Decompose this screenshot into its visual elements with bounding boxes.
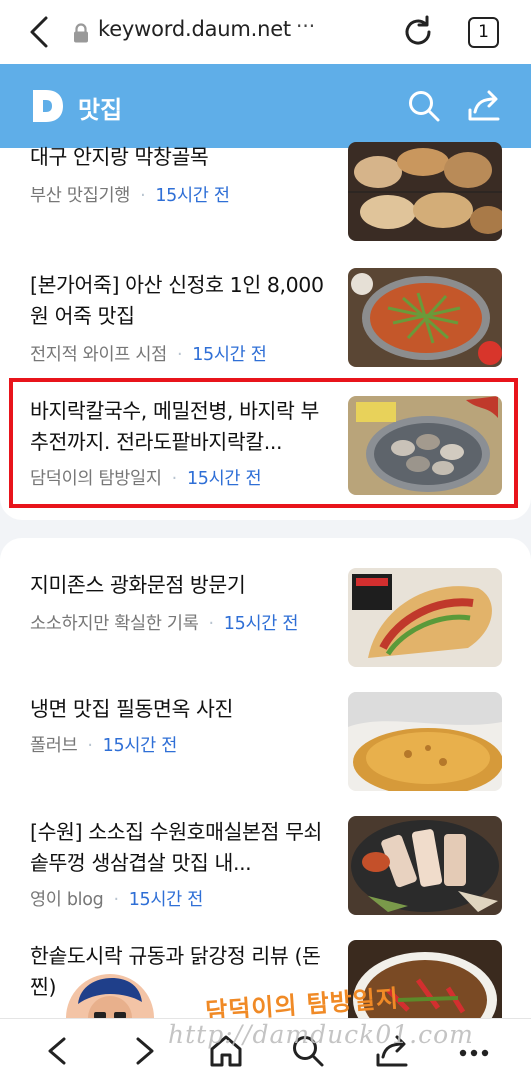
list-item[interactable]: 냉면 맛집 필동면옥 사진 폴러브 · 15시간 전 bbox=[0, 690, 531, 810]
pancake-thumbnail[interactable] bbox=[348, 692, 502, 791]
pork-belly-grill-thumbnail[interactable] bbox=[348, 816, 502, 915]
item-source: 전지적 와이프 시점 bbox=[30, 345, 167, 365]
back-icon[interactable] bbox=[24, 14, 56, 50]
item-time: 15시간 전 bbox=[223, 614, 299, 634]
tab-count-button[interactable]: 1 bbox=[468, 17, 499, 48]
watermark-url: http://damduck01.com bbox=[168, 1020, 474, 1049]
share-icon[interactable] bbox=[466, 88, 502, 124]
lock-icon bbox=[74, 23, 88, 43]
fish-porridge-hotpot-thumbnail[interactable] bbox=[348, 268, 502, 367]
item-source: 소소하지만 확실한 기록 bbox=[30, 614, 199, 634]
item-meta: 소소하지만 확실한 기록 · 15시간 전 bbox=[30, 614, 299, 634]
grilled-makchang-thumbnail[interactable] bbox=[348, 142, 502, 241]
browser-toolbar: keyword.daum.net ··· 1 bbox=[0, 0, 531, 64]
back-icon[interactable] bbox=[38, 1031, 78, 1071]
item-time: 15시간 전 bbox=[155, 186, 230, 206]
item-title[interactable]: [본가어죽] 아산 신정호 1인 8,000원 어죽 맛집 bbox=[30, 270, 330, 332]
item-source: 폴러브 bbox=[30, 736, 78, 756]
item-meta: 영이 blog · 15시간 전 bbox=[30, 890, 204, 910]
app-header: 맛집 bbox=[0, 64, 531, 148]
item-meta: 폴러브 · 15시간 전 bbox=[30, 736, 178, 756]
item-time: 15시간 전 bbox=[128, 890, 204, 910]
item-time: 15시간 전 bbox=[192, 345, 267, 365]
daum-logo[interactable] bbox=[30, 86, 66, 126]
item-time: 15시간 전 bbox=[102, 736, 178, 756]
url-more-icon: ··· bbox=[296, 14, 316, 38]
item-meta: 부산 맛집기행 · 15시간 전 bbox=[30, 186, 230, 206]
result-card-2: 지미존스 광화문점 방문기 소소하지만 확실한 기록 · 15시간 전 냉면 맛집 … bbox=[0, 538, 531, 1018]
item-source: 영이 blog bbox=[30, 890, 104, 910]
list-item[interactable]: 지미존스 광화문점 방문기 소소하지만 확실한 기록 · 15시간 전 bbox=[0, 566, 531, 686]
item-meta: 전지적 와이프 시점 · 15시간 전 bbox=[30, 345, 267, 365]
list-item[interactable]: 대구 안지랑 막창골목 부산 맛집기행 · 15시간 전 bbox=[0, 142, 531, 262]
item-source: 부산 맛집기행 bbox=[30, 186, 131, 206]
item-title[interactable]: 지미존스 광화문점 방문기 bbox=[30, 570, 330, 601]
address-bar-url[interactable]: keyword.daum.net bbox=[98, 17, 291, 41]
item-title[interactable]: [수원] 소소집 수원호매실본점 무쇠솥뚜껑 생삼겹살 맛집 내... bbox=[30, 817, 330, 879]
sandwich-thumbnail[interactable] bbox=[348, 568, 502, 667]
list-item[interactable]: [수원] 소소집 수원호매실본점 무쇠솥뚜껑 생삼겹살 맛집 내... 영이 b… bbox=[0, 814, 531, 934]
page-title: 맛집 bbox=[78, 96, 123, 124]
item-title[interactable]: 대구 안지랑 막창골목 bbox=[30, 142, 330, 173]
reload-icon[interactable] bbox=[400, 14, 436, 50]
search-icon[interactable] bbox=[406, 88, 442, 124]
item-title[interactable]: 냉면 맛집 필동면옥 사진 bbox=[30, 694, 330, 725]
list-item[interactable]: [본가어죽] 아산 신정호 1인 8,000원 어죽 맛집 전지적 와이프 시점… bbox=[0, 268, 531, 388]
selection-highlight bbox=[9, 378, 518, 508]
forward-icon[interactable] bbox=[124, 1031, 164, 1071]
